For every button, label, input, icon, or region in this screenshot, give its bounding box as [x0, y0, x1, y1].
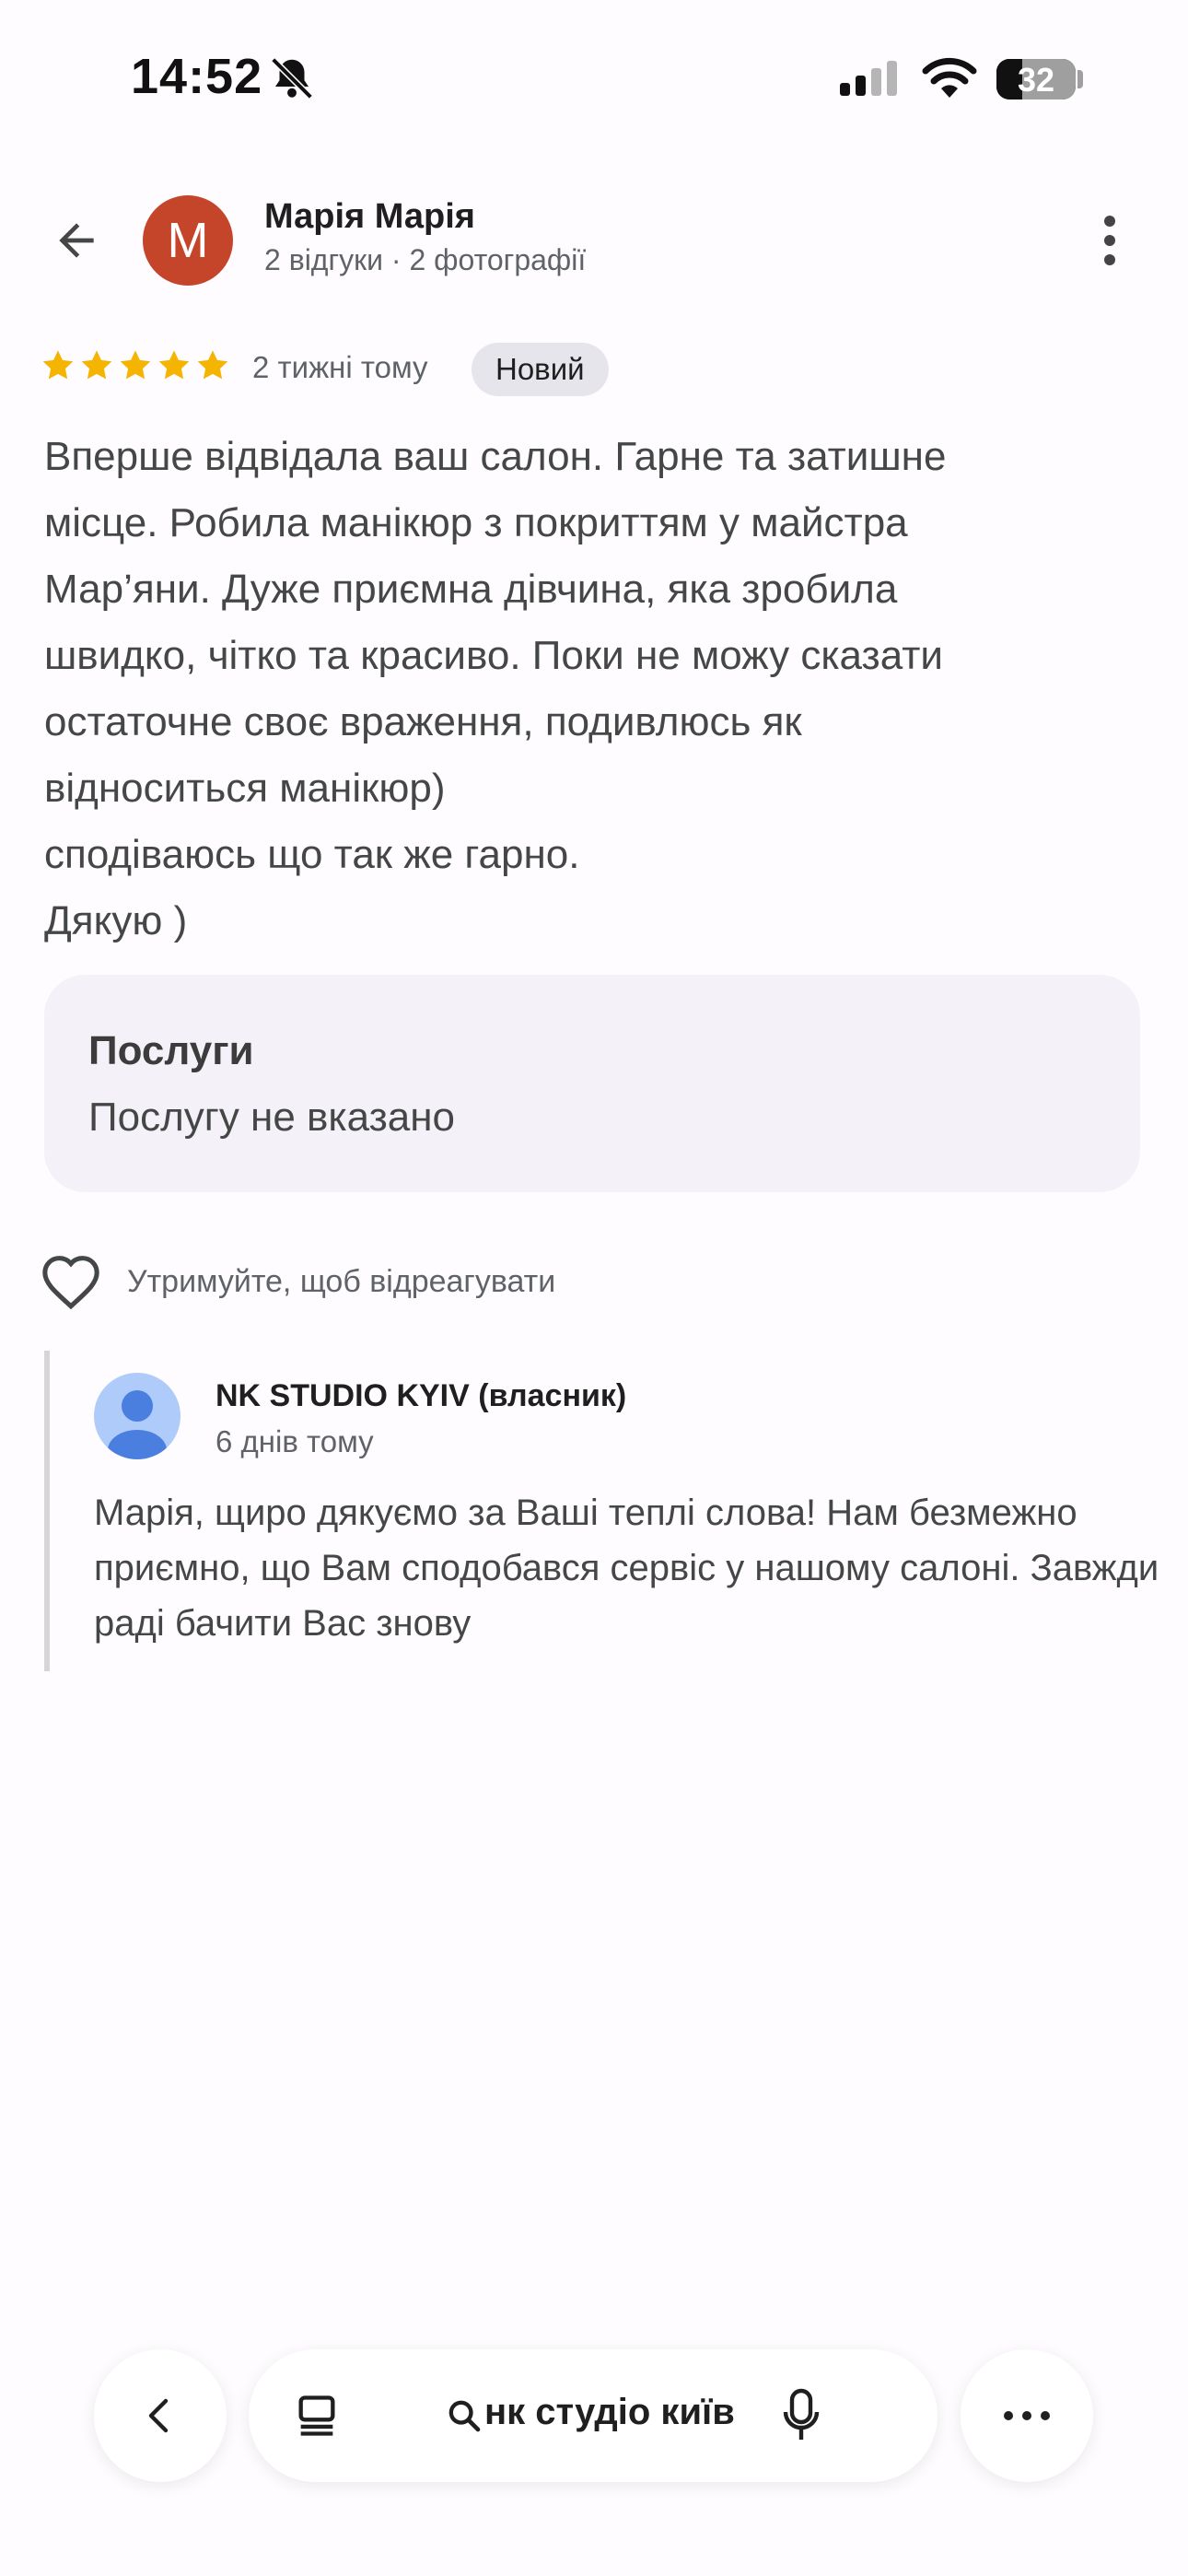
status-time: 14:52 — [131, 49, 263, 104]
tabs-icon[interactable] — [293, 2392, 341, 2440]
review-text: Вперше відвідала ваш салон. Гарне та зат… — [44, 434, 947, 943]
battery-icon: 32 — [996, 59, 1076, 100]
more-menu-button[interactable] — [961, 2349, 1093, 2482]
star-rating — [41, 348, 230, 383]
new-badge: Новий — [472, 343, 609, 396]
author-avatar[interactable]: M — [143, 195, 233, 286]
star-icon — [197, 350, 228, 380]
owner-name: NK STUDIO KYIV (власник) — [215, 1378, 627, 1413]
more-horiz-icon — [1004, 2411, 1050, 2420]
dot — [1104, 235, 1115, 246]
author-meta: 2 відгуки · 2 фотографії — [264, 243, 587, 276]
review-age: 2 тижні тому — [252, 350, 428, 384]
microphone-icon[interactable] — [781, 2388, 821, 2443]
owner-reply-text: Марія, щиро дякуємо за Ваші теплі слова!… — [94, 1493, 1159, 1644]
owner-avatar — [94, 1373, 181, 1459]
author-name[interactable]: Марія Марія — [264, 197, 475, 237]
owner-reply-age: 6 днів тому — [215, 1424, 374, 1458]
person-icon — [108, 1390, 167, 1459]
signal-icon — [840, 61, 897, 96]
star-icon — [81, 350, 112, 380]
search-icon — [448, 2400, 481, 2432]
reply-divider — [44, 1351, 50, 1671]
wifi-icon — [922, 57, 977, 98]
battery-nub — [1077, 70, 1083, 88]
star-icon — [120, 350, 151, 380]
services-title: Послуги — [88, 1028, 254, 1073]
star-icon — [158, 350, 190, 380]
bell-off-icon — [271, 57, 313, 100]
dot — [1104, 216, 1115, 227]
battery-level: 32 — [1017, 61, 1055, 99]
author-avatar-letter: M — [167, 213, 209, 268]
star-icon — [42, 350, 74, 380]
services-value: Послугу не вказано — [88, 1095, 456, 1140]
search-query[interactable]: нк студіо київ — [484, 2392, 735, 2433]
dot — [1104, 254, 1115, 265]
more-options-button[interactable] — [1087, 210, 1133, 271]
services-card — [44, 975, 1140, 1192]
heart-icon[interactable] — [39, 1253, 103, 1310]
arrow-back-icon — [59, 223, 94, 258]
browser-back-button[interactable] — [94, 2349, 227, 2482]
back-button[interactable] — [37, 201, 116, 280]
react-hint: Утримуйте, щоб відреагувати — [127, 1264, 556, 1299]
chevron-left-icon — [148, 2398, 169, 2433]
